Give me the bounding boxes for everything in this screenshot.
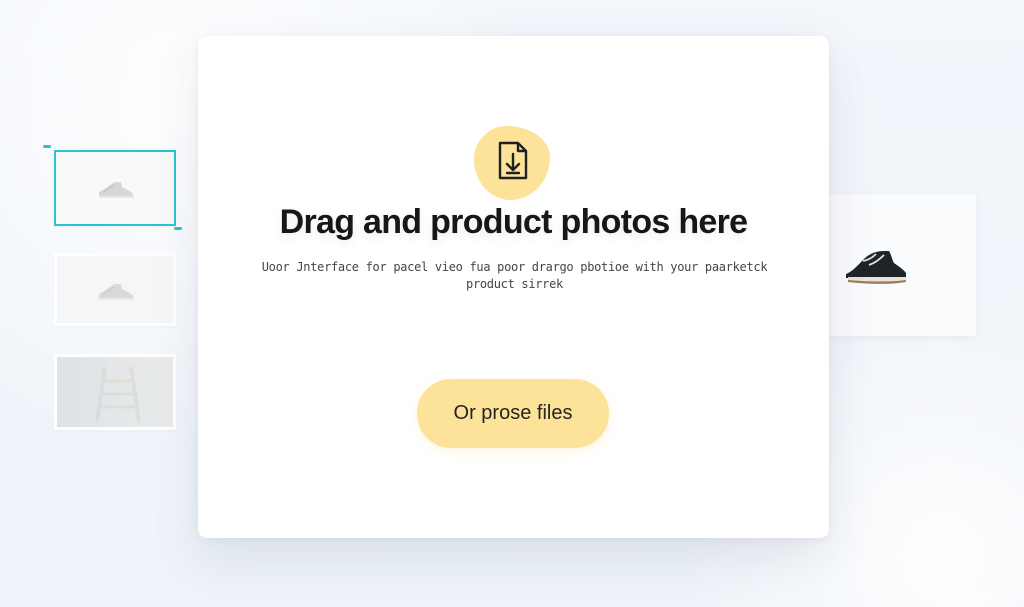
thumbnail-item[interactable]: [54, 253, 176, 326]
ladder-icon: [95, 366, 141, 422]
file-download-icon: [498, 141, 528, 180]
sneaker-icon: [846, 251, 906, 284]
thumbnail-selected[interactable]: [54, 150, 176, 226]
sneaker-icon: [99, 283, 134, 300]
sneaker-icon: [99, 182, 134, 198]
dialog-title: Drag and product photos here: [279, 203, 748, 241]
thumbnail-item[interactable]: [54, 354, 176, 430]
selection-corner-mark: [43, 145, 51, 148]
selection-corner-mark: [174, 227, 182, 230]
upload-icon-badge: [474, 126, 550, 200]
dialog-subtitle: Uoor Jnterface for pacel vieo fua poor d…: [261, 260, 768, 291]
upload-dialog: Drag and product photos here Uoor Jnterf…: [198, 36, 829, 538]
background-highlight: [926, 591, 996, 607]
browse-files-button[interactable]: Or prose files: [417, 379, 609, 448]
product-preview-card: [826, 194, 976, 336]
